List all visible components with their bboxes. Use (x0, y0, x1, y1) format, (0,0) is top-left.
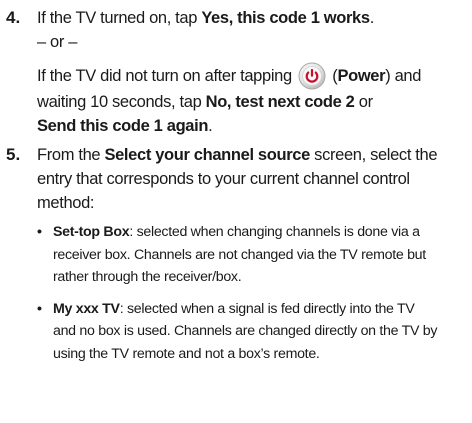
step-5-line-3: method: (37, 194, 95, 212)
bold-text: Send this code 1 again (37, 117, 209, 135)
bullet-term: My xxx TV (53, 300, 120, 317)
list-item: • My xxx TV: selected when a signal is f… (37, 298, 468, 366)
text: or (354, 93, 373, 111)
text: : selected when changing channels is don… (129, 224, 420, 240)
list-item: • Set-top Box: selected when changing ch… (37, 221, 468, 289)
bullet-line-2: receiver box. Channels are not changed v… (53, 246, 426, 263)
bullet-list: • Set-top Box: selected when changing ch… (37, 221, 468, 365)
bold-text: Yes, this code 1 works (201, 9, 370, 27)
step-number: 5. (6, 145, 21, 164)
step-4-line-5: Send this code 1 again. (37, 114, 468, 138)
step-body: If the TV turned on, tap Yes, this code … (37, 6, 468, 138)
step-4-line-3: If the TV did not turn on after tapping (37, 62, 468, 90)
bold-text: No, test next code 2 (205, 93, 355, 111)
text: waiting 10 seconds, tap (37, 93, 206, 111)
text: If the TV turned on, tap (37, 9, 202, 27)
or-separator: – or – (37, 33, 78, 51)
bullet-line-1: My xxx TV: selected when a signal is fed… (53, 298, 468, 321)
text: From the (37, 146, 105, 164)
text: ) and (385, 67, 422, 85)
step-5-line-1: From the Select your channel source scre… (37, 143, 468, 167)
bullet-term: Set-top Box (53, 224, 130, 240)
step-5-line-2: entry that corresponds to your current c… (37, 170, 410, 188)
bold-text: Power (337, 67, 386, 85)
bullet-dot: • (37, 224, 42, 240)
step-body: From the Select your channel source scre… (37, 143, 468, 374)
bullet-line-1: Set-top Box: selected when changing chan… (53, 221, 468, 244)
bullet-dot: • (37, 300, 42, 317)
document-page: 4. If the TV turned on, tap Yes, this co… (0, 0, 472, 423)
step-4-line-1: If the TV turned on, tap Yes, this code … (37, 6, 468, 30)
bullet-line-3: rather through the receiver/box. (53, 269, 242, 285)
bullet-line-2: and no box is used. Channels are changed… (53, 323, 438, 339)
text: . (208, 117, 213, 135)
text: If the TV did not turn on after tapping (37, 67, 292, 85)
step-number: 4. (6, 8, 21, 27)
text: screen, select the (309, 146, 438, 164)
bold-text: Select your channel source (104, 146, 310, 164)
text: : selected when a signal is fed directly… (119, 300, 415, 317)
power-icon (298, 62, 326, 90)
text: . (369, 9, 375, 27)
bullet-line-3: using the TV remote and not a box’s remo… (53, 345, 320, 362)
step-4-line-4: waiting 10 seconds, tap No, test next co… (37, 90, 468, 114)
